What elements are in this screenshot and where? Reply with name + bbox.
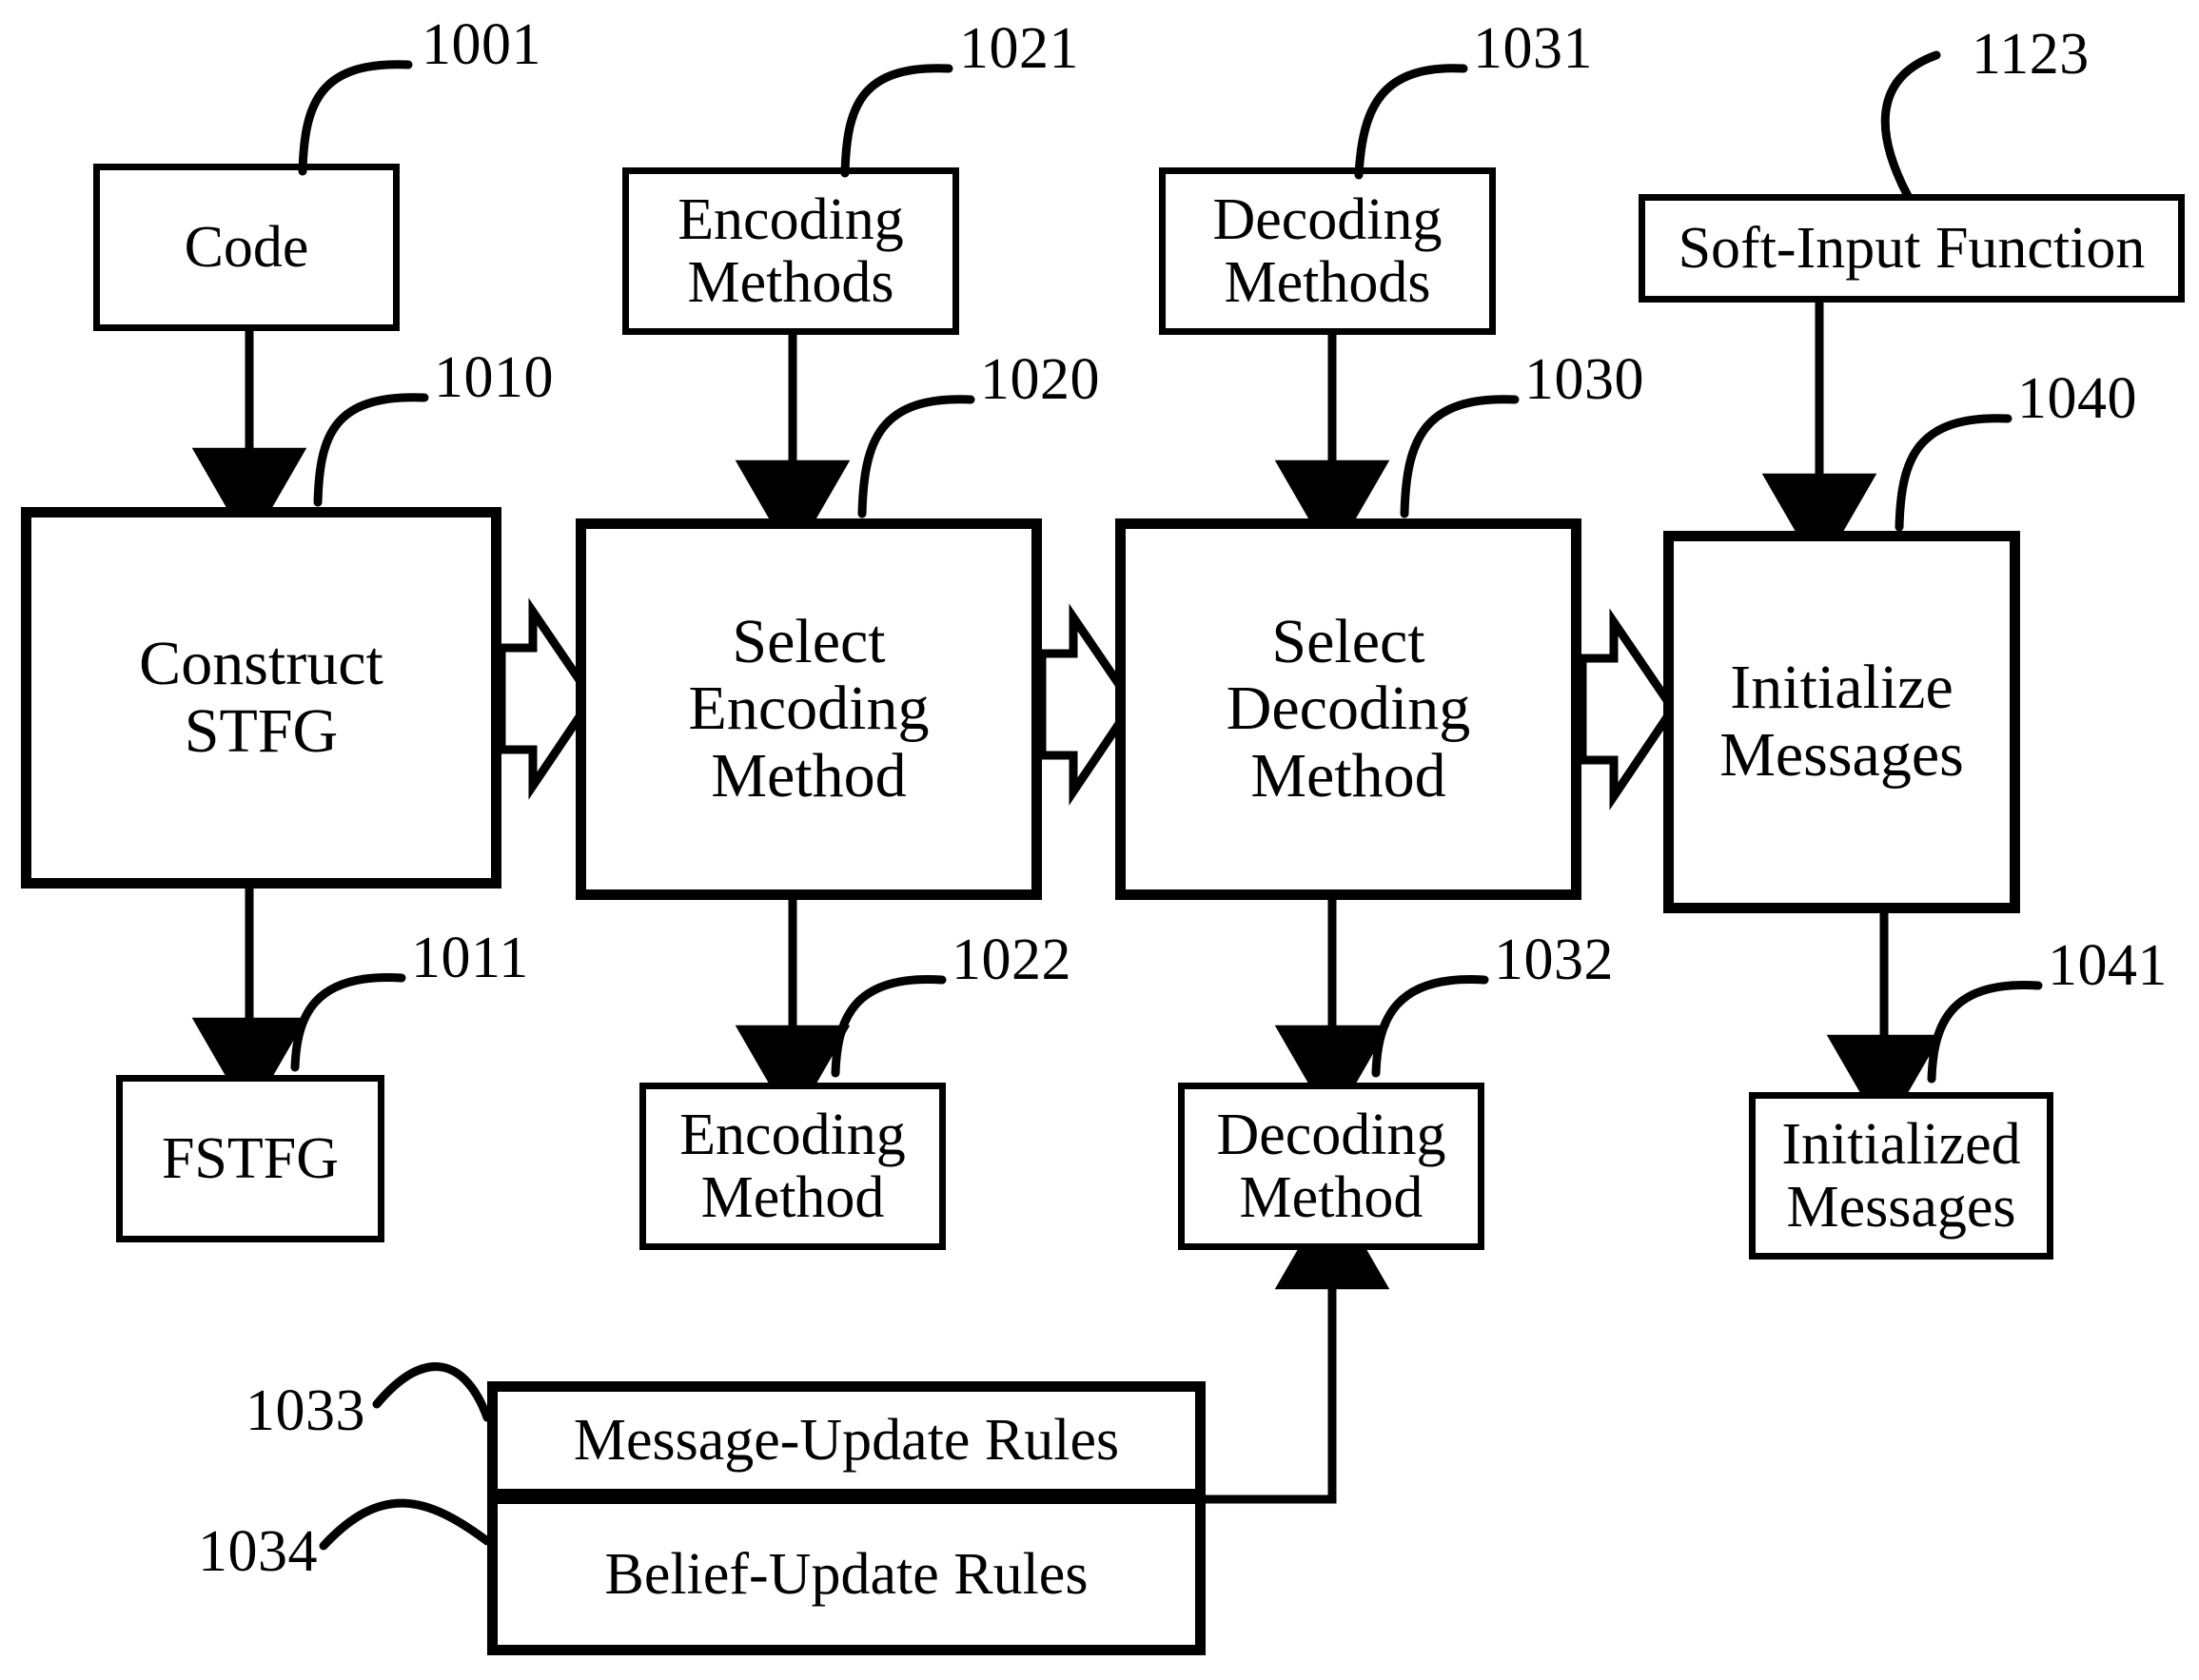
- output-box-encoding-method-label: Encoding Method: [679, 1102, 906, 1230]
- ref-numeral-1031: 1031: [1473, 16, 1593, 81]
- ref-numeral-1010: 1010: [434, 345, 554, 410]
- rules-box-message-update-rules[interactable]: Message-Update Rules: [487, 1381, 1206, 1499]
- input-box-encoding-methods[interactable]: Encoding Methods: [622, 167, 959, 335]
- output-box-fstfg[interactable]: FSTFG: [116, 1075, 384, 1242]
- ref-numeral-1020: 1020: [980, 347, 1100, 412]
- process-box-initialize-messages-label: Initialize Messages: [1719, 653, 1964, 790]
- arrow-rules-to-decmethod: [1205, 1189, 1390, 1504]
- input-box-soft-input-function[interactable]: Soft-Input Function: [1639, 194, 2185, 303]
- process-box-initialize-messages[interactable]: Initialize Messages: [1663, 531, 2020, 913]
- ref-numeral-1041: 1041: [2048, 933, 2168, 998]
- rules-box-message-update-rules-label: Message-Update Rules: [573, 1407, 1120, 1473]
- process-box-select-decoding-method[interactable]: Select Decoding Method: [1115, 518, 1581, 900]
- input-box-decoding-methods[interactable]: Decoding Methods: [1159, 167, 1496, 335]
- process-box-construct-stfg[interactable]: Construct STFG: [21, 507, 501, 889]
- output-box-decoding-method[interactable]: Decoding Method: [1178, 1083, 1484, 1250]
- process-box-select-encoding-method-label: Select Encoding Method: [688, 606, 930, 811]
- ref-numeral-1001: 1001: [422, 12, 541, 77]
- output-box-fstfg-label: FSTFG: [161, 1125, 340, 1191]
- ref-numeral-1022: 1022: [952, 928, 1071, 992]
- ref-numeral-1021: 1021: [959, 16, 1079, 81]
- block-arrow-selectdec-to-initmsgs: [1578, 608, 1679, 811]
- ref-numeral-1034: 1034: [198, 1519, 318, 1584]
- input-box-decoding-methods-label: Decoding Methods: [1212, 186, 1443, 315]
- process-box-select-decoding-method-label: Select Decoding Method: [1226, 606, 1471, 811]
- ref-numeral-1032: 1032: [1494, 928, 1614, 992]
- ref-numeral-1030: 1030: [1524, 347, 1644, 412]
- process-box-select-encoding-method[interactable]: Select Encoding Method: [576, 518, 1042, 900]
- input-box-soft-input-function-label: Soft-Input Function: [1678, 215, 2146, 281]
- ref-numeral-1040: 1040: [2017, 366, 2137, 431]
- input-box-code-label: Code: [184, 214, 309, 280]
- output-box-decoding-method-label: Decoding Method: [1216, 1102, 1446, 1230]
- rules-box-belief-update-rules[interactable]: Belief-Update Rules: [487, 1494, 1206, 1655]
- ref-numeral-1123: 1123: [1972, 22, 2090, 87]
- input-box-code[interactable]: Code: [93, 164, 400, 331]
- process-box-construct-stfg-label: Construct STFG: [139, 628, 383, 766]
- ref-numeral-1011: 1011: [411, 926, 529, 990]
- output-box-initialized-messages-label: Initialized Messages: [1781, 1111, 2021, 1240]
- output-box-initialized-messages[interactable]: Initialized Messages: [1749, 1092, 2053, 1260]
- figure-canvas: Code Encoding Methods Decoding Methods S…: [0, 0, 2199, 1680]
- input-box-encoding-methods-label: Encoding Methods: [677, 186, 904, 315]
- output-box-encoding-method[interactable]: Encoding Method: [639, 1083, 946, 1250]
- ref-numeral-1033: 1033: [245, 1378, 365, 1443]
- rules-box-belief-update-rules-label: Belief-Update Rules: [604, 1541, 1089, 1607]
